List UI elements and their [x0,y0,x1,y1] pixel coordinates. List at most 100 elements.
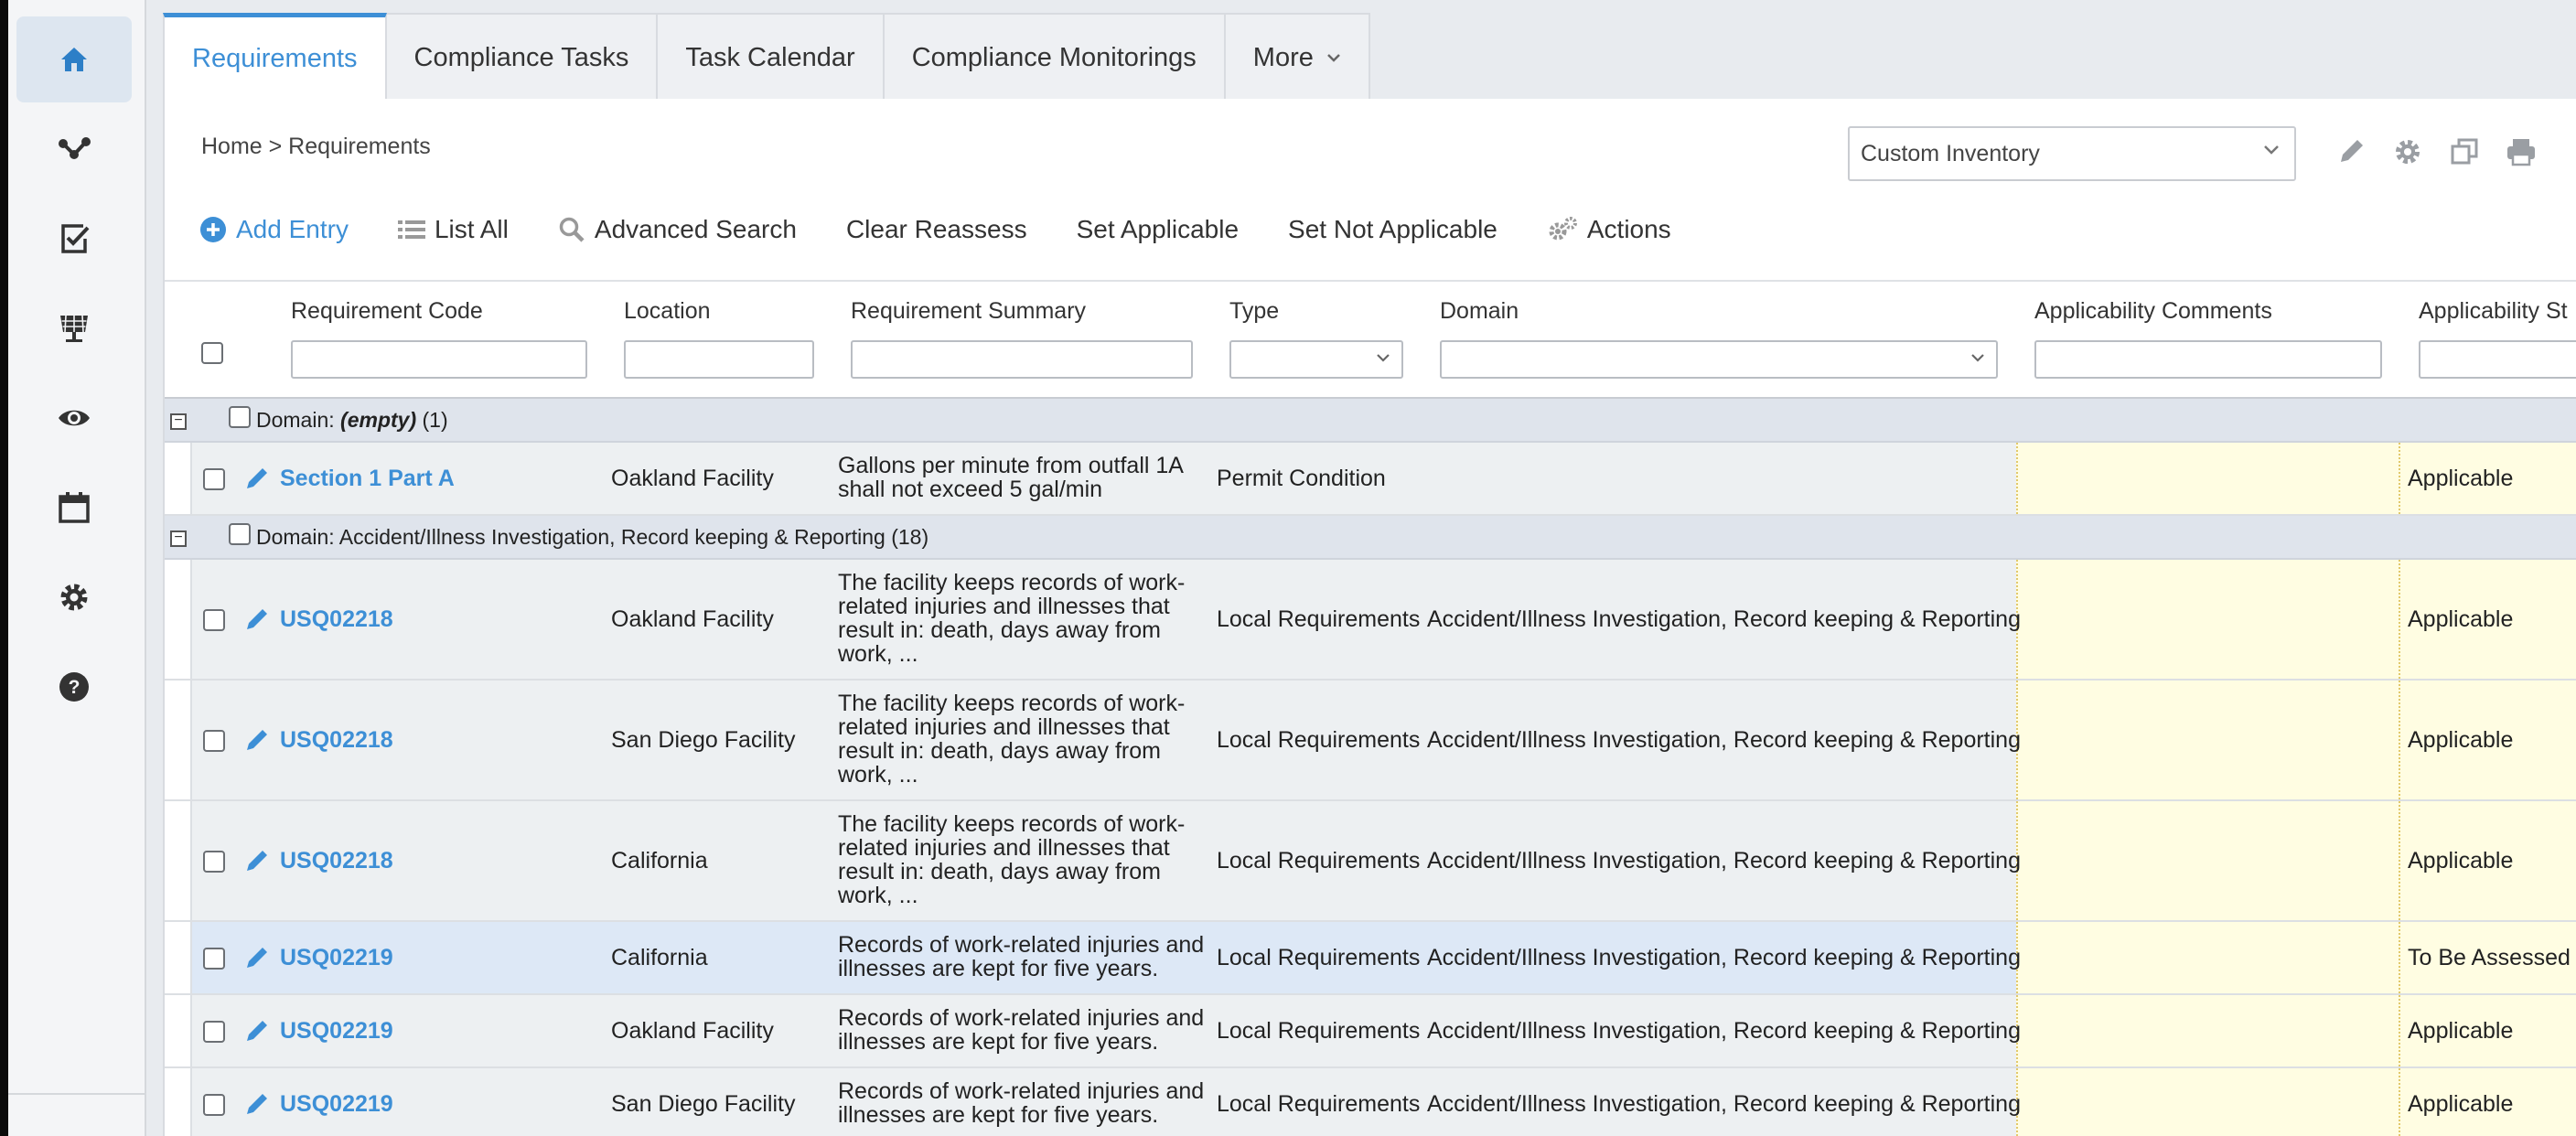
group-label: Domain: Accident/Illness Investigation, … [256,525,928,550]
row-checkbox[interactable] [203,1094,225,1116]
table-row[interactable]: USQ02219 Oakland Facility Records of wor… [165,995,2576,1068]
group-row: − Domain: (empty) (1) [165,399,2576,443]
applicability-status-cell[interactable]: Applicable [2408,1091,2513,1118]
add-entry-button[interactable]: Add Entry [199,215,349,244]
column-header-location[interactable]: Location [624,298,711,325]
group-name: (empty) [340,408,417,432]
row-checkbox[interactable] [203,851,225,873]
tab-requirements[interactable]: Requirements [163,13,387,101]
table-row[interactable]: Section 1 Part A Oakland Facility Gallon… [165,443,2576,516]
row-checkbox[interactable] [203,1021,225,1043]
column-header-summary[interactable]: Requirement Summary [851,298,1086,325]
tab-label: Task Calendar [685,42,855,72]
set-not-applicable-label: Set Not Applicable [1288,215,1497,243]
row-checkbox[interactable] [203,948,225,970]
column-header-domain[interactable]: Domain [1440,298,1519,325]
advanced-search-button[interactable]: Advanced Search [558,215,797,244]
view-settings-button[interactable] [2389,134,2426,170]
pencil-icon[interactable] [243,847,271,874]
requirement-code-link[interactable]: Section 1 Part A [280,466,455,492]
sidebar-item-settings[interactable] [16,554,132,640]
pencil-icon[interactable] [243,465,271,492]
collapse-toggle[interactable]: − [170,530,187,547]
cell-divider [2399,922,2400,993]
table-row[interactable]: USQ02219 California Records of work-rela… [165,922,2576,995]
summary-cell: Records of work-related injuries and ill… [838,932,1205,981]
collapse-toggle[interactable]: − [170,413,187,430]
pencil-icon[interactable] [243,1017,271,1045]
location-cell: Oakland Facility [611,606,774,632]
table-row[interactable]: USQ02218 San Diego Facility The facility… [165,681,2576,801]
home-icon [61,48,87,71]
table-row[interactable]: USQ02218 California The facility keeps r… [165,801,2576,922]
summary-filter-input[interactable] [851,340,1193,379]
tab-task-calendar[interactable]: Task Calendar [658,13,885,101]
applicability-status-cell[interactable]: To Be Assessed [2408,945,2571,971]
breadcrumb[interactable]: Home > Requirements [201,134,431,160]
comments-filter-input[interactable] [2034,340,2382,379]
column-header-code[interactable]: Requirement Code [291,298,483,325]
sidebar-item-calendar[interactable] [16,465,132,551]
applicability-status-cell[interactable]: Applicable [2408,1018,2513,1045]
actions-button[interactable]: Actions [1547,215,1671,244]
domain-filter-select[interactable] [1440,340,1998,379]
status-filter-input[interactable] [2419,340,2576,379]
column-header-status[interactable]: Applicability St [2419,298,2568,325]
sidebar-item-monitoring[interactable] [16,375,132,461]
clear-reassess-label: Clear Reassess [845,215,1027,243]
print-button[interactable] [2503,134,2539,170]
applicability-status-cell[interactable]: Applicable [2408,848,2513,874]
type-filter-select[interactable] [1229,340,1403,379]
pencil-icon[interactable] [243,944,271,971]
applicability-status-cell[interactable]: Applicable [2408,727,2513,754]
sidebar-item-solar[interactable] [16,285,132,371]
tab-label: Requirements [192,44,358,73]
eye-icon [59,410,90,426]
tab-compliance-monitorings[interactable]: Compliance Monitorings [884,13,1226,101]
type-cell: Local Requirements [1217,848,1421,873]
cell-divider [2399,801,2400,920]
popout-button[interactable] [2446,134,2483,170]
requirement-code-link[interactable]: USQ02218 [280,727,393,754]
sidebar-item-home[interactable] [16,16,132,102]
row-checkbox[interactable] [203,730,225,752]
column-header-comments[interactable]: Applicability Comments [2034,298,2272,325]
pencil-icon[interactable] [243,1090,271,1118]
tab-compliance-tasks[interactable]: Compliance Tasks [386,13,659,101]
applicability-status-cell[interactable]: Applicable [2408,466,2513,492]
grid-header: Requirement Code Location Requirement Su… [165,280,2576,399]
column-header-type[interactable]: Type [1229,298,1279,325]
table-row[interactable]: USQ02219 San Diego Facility Records of w… [165,1068,2576,1136]
group-checkbox[interactable] [229,523,251,545]
row-checkbox[interactable] [203,609,225,631]
code-filter-input[interactable] [291,340,587,379]
requirement-code-link[interactable]: USQ02218 [280,848,393,874]
sidebar-item-network[interactable] [16,106,132,192]
tab-more[interactable]: More [1225,13,1370,101]
group-checkbox[interactable] [229,406,251,428]
location-filter-input[interactable] [624,340,814,379]
select-all-checkbox[interactable] [201,342,223,364]
row-checkbox[interactable] [203,468,225,490]
table-row[interactable]: USQ02218 Oakland Facility The facility k… [165,560,2576,681]
edit-view-button[interactable] [2333,134,2369,170]
applicability-status-cell[interactable]: Applicable [2408,606,2513,633]
list-icon [397,220,425,239]
set-not-applicable-button[interactable]: Set Not Applicable [1288,215,1497,244]
list-all-button[interactable]: List All [397,215,509,244]
sidebar-item-tasks[interactable] [16,196,132,282]
requirement-code-link[interactable]: USQ02219 [280,945,393,971]
row-gutter [165,560,192,679]
cell-divider [2399,443,2400,514]
pencil-icon[interactable] [243,606,271,633]
requirement-code-link[interactable]: USQ02219 [280,1091,393,1118]
requirement-code-link[interactable]: USQ02218 [280,606,393,633]
group-label: Domain: (empty) (1) [256,408,448,433]
sidebar-item-help[interactable]: ? [16,644,132,730]
set-applicable-button[interactable]: Set Applicable [1077,215,1239,244]
inventory-select[interactable]: Custom Inventory [1848,126,2296,181]
requirement-code-link[interactable]: USQ02219 [280,1018,393,1045]
clear-reassess-button[interactable]: Clear Reassess [846,215,1027,244]
pencil-icon[interactable] [243,726,271,754]
domain-cell: Accident/Illness Investigation, Record k… [1427,848,2021,873]
